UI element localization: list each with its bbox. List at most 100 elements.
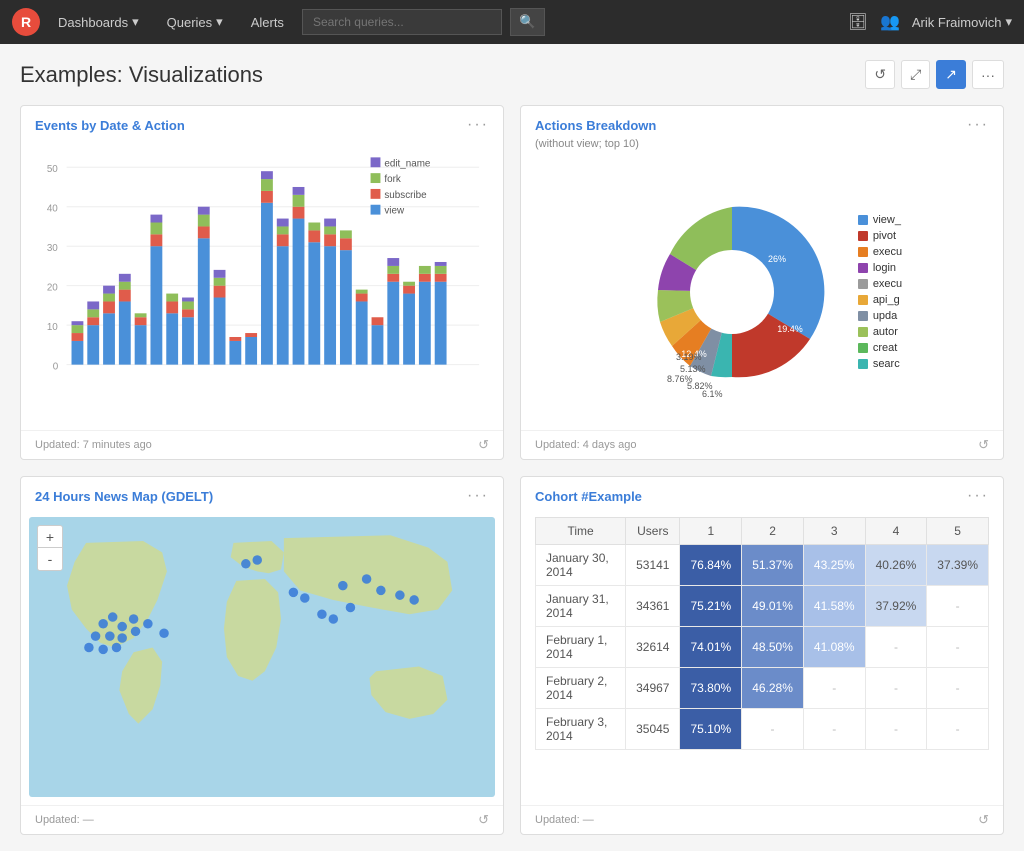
legend-item-login: login bbox=[858, 262, 902, 274]
cohort-tbody: January 30, 20145314176.84%51.37%43.25%4… bbox=[536, 545, 989, 750]
svg-text:40: 40 bbox=[47, 204, 58, 215]
cohort-value-cell: 48.50% bbox=[742, 627, 804, 668]
legend-dot-autor bbox=[858, 327, 868, 337]
legend-dot-upda bbox=[858, 311, 868, 321]
widget-cohort-header: Cohort #Example ··· bbox=[521, 477, 1003, 509]
widget-events: Events by Date & Action ··· 0 10 20 30 4… bbox=[20, 105, 504, 460]
page-title: Examples: Visualizations bbox=[20, 62, 263, 88]
legend-item-creat: creat bbox=[858, 342, 902, 354]
cohort-date-cell: February 2, 2014 bbox=[536, 668, 626, 709]
events-refresh-icon[interactable]: ↺ bbox=[478, 437, 489, 453]
legend-dot-login bbox=[858, 263, 868, 273]
legend-item-upda: upda bbox=[858, 310, 902, 322]
table-row: January 31, 20143436175.21%49.01%41.58%3… bbox=[536, 586, 989, 627]
cohort-users-cell: 32614 bbox=[626, 627, 680, 668]
refresh-button[interactable]: ↺ bbox=[865, 60, 895, 89]
cohort-value-cell: 41.58% bbox=[803, 586, 865, 627]
svg-text:5.13%: 5.13% bbox=[680, 364, 706, 374]
user-menu[interactable]: Arik Fraimovich ▾ bbox=[912, 14, 1012, 30]
cohort-value-cell: - bbox=[865, 668, 927, 709]
legend-dot-execu bbox=[858, 247, 868, 257]
legend-dot-execu2 bbox=[858, 279, 868, 289]
cohort-table: Time Users 1 2 3 4 5 January 30, 2014531… bbox=[535, 517, 989, 750]
svg-text:3.19%: 3.19% bbox=[676, 352, 702, 362]
bar-chart-svg: 0 10 20 30 40 50 bbox=[35, 146, 489, 376]
cohort-value-cell: - bbox=[927, 586, 989, 627]
pie-chart-container: 26% 19.4% 12.4% 11.2% 8.76% 6.1% 5.82% 5… bbox=[535, 162, 989, 422]
widget-actions: Actions Breakdown ··· (without view; top… bbox=[520, 105, 1004, 460]
svg-text:Jun 19: Jun 19 bbox=[256, 374, 283, 376]
page-actions: ↺ ⤢ ↗ ··· bbox=[865, 60, 1004, 89]
search-input[interactable] bbox=[302, 9, 502, 35]
col-4: 4 bbox=[865, 518, 927, 545]
svg-text:19.4%: 19.4% bbox=[777, 324, 803, 334]
widget-events-menu[interactable]: ··· bbox=[467, 116, 489, 134]
widget-actions-subtitle: (without view; top 10) bbox=[521, 138, 1003, 154]
map-refresh-icon[interactable]: ↺ bbox=[478, 812, 489, 828]
legend-item-searc: searc bbox=[858, 358, 902, 370]
widget-actions-body: 26% 19.4% 12.4% 11.2% 8.76% 6.1% 5.82% 5… bbox=[521, 154, 1003, 430]
widget-cohort-title: Cohort #Example bbox=[535, 489, 642, 504]
widget-events-body: 0 10 20 30 40 50 bbox=[21, 138, 503, 430]
search-button[interactable]: 🔍 bbox=[510, 8, 545, 36]
zoom-in-button[interactable]: + bbox=[38, 526, 62, 548]
users-icon[interactable]: 👥 bbox=[880, 12, 900, 32]
widget-actions-menu[interactable]: ··· bbox=[967, 116, 989, 134]
cohort-header-row: Time Users 1 2 3 4 5 bbox=[536, 518, 989, 545]
cohort-users-cell: 34361 bbox=[626, 586, 680, 627]
nav-queries[interactable]: Queries ▾ bbox=[157, 8, 233, 36]
nav-alerts[interactable]: Alerts bbox=[241, 9, 294, 36]
svg-text:20: 20 bbox=[47, 283, 58, 294]
cohort-value-cell: - bbox=[865, 709, 927, 750]
cohort-users-cell: 35045 bbox=[626, 709, 680, 750]
map-container: + - bbox=[29, 517, 495, 797]
widget-actions-title: Actions Breakdown bbox=[535, 118, 656, 133]
widget-actions-footer: Updated: 4 days ago ↺ bbox=[521, 430, 1003, 459]
widget-map-menu[interactable]: ··· bbox=[467, 487, 489, 505]
share-button[interactable]: ↗ bbox=[936, 60, 966, 89]
legend-item-execu: execu bbox=[858, 246, 902, 258]
svg-text:0: 0 bbox=[53, 362, 59, 373]
table-row: February 2, 20143496773.80%46.28%--- bbox=[536, 668, 989, 709]
legend-item-execu2: execu bbox=[858, 278, 902, 290]
svg-text:Jun 5: Jun 5 bbox=[146, 374, 168, 376]
svg-text:50: 50 bbox=[47, 164, 58, 175]
cohort-value-cell: 76.84% bbox=[680, 545, 742, 586]
cohort-refresh-icon[interactable]: ↺ bbox=[978, 812, 989, 828]
fullscreen-button[interactable]: ⤢ bbox=[901, 60, 930, 89]
cohort-value-cell: - bbox=[742, 709, 804, 750]
legend-item-view: view_ bbox=[858, 214, 902, 226]
cohort-users-cell: 53141 bbox=[626, 545, 680, 586]
cohort-thead: Time Users 1 2 3 4 5 bbox=[536, 518, 989, 545]
nav-dashboards[interactable]: Dashboards ▾ bbox=[48, 8, 149, 36]
table-row: February 3, 20143504575.10%---- bbox=[536, 709, 989, 750]
widget-cohort-menu[interactable]: ··· bbox=[967, 487, 989, 505]
svg-text:subscribe: subscribe bbox=[384, 190, 427, 201]
cohort-value-cell: - bbox=[803, 709, 865, 750]
bar-chart: 0 10 20 30 40 50 bbox=[35, 146, 489, 376]
legend-dot-creat bbox=[858, 343, 868, 353]
widget-cohort: Cohort #Example ··· Time Users 1 2 3 4 5 bbox=[520, 476, 1004, 835]
more-button[interactable]: ··· bbox=[972, 60, 1004, 89]
cohort-value-cell: 49.01% bbox=[742, 586, 804, 627]
svg-text:fork: fork bbox=[384, 174, 401, 185]
cohort-value-cell: 41.08% bbox=[803, 627, 865, 668]
widget-actions-header: Actions Breakdown ··· bbox=[521, 106, 1003, 138]
svg-text:5.82%: 5.82% bbox=[687, 381, 713, 391]
cohort-value-cell: 37.39% bbox=[927, 545, 989, 586]
zoom-out-button[interactable]: - bbox=[38, 548, 62, 570]
actions-refresh-icon[interactable]: ↺ bbox=[978, 437, 989, 453]
pie-chart-svg: 26% 19.4% 12.4% 11.2% 8.76% 6.1% 5.82% 5… bbox=[622, 182, 842, 402]
col-5: 5 bbox=[927, 518, 989, 545]
col-3: 3 bbox=[803, 518, 865, 545]
col-users: Users bbox=[626, 518, 680, 545]
events-updated: Updated: 7 minutes ago bbox=[35, 439, 152, 451]
database-icon[interactable]: 🗄 bbox=[848, 12, 868, 32]
legend-item-pivot: pivot bbox=[858, 230, 902, 242]
svg-text:view: view bbox=[384, 206, 405, 217]
map-updated: Updated: — bbox=[35, 814, 94, 826]
page-header: Examples: Visualizations ↺ ⤢ ↗ ··· bbox=[20, 60, 1004, 89]
nav-right: 🗄 👥 Arik Fraimovich ▾ bbox=[848, 12, 1012, 32]
widget-cohort-footer: Updated: — ↺ bbox=[521, 805, 1003, 834]
dashboard-grid: Events by Date & Action ··· 0 10 20 30 4… bbox=[20, 105, 1004, 835]
